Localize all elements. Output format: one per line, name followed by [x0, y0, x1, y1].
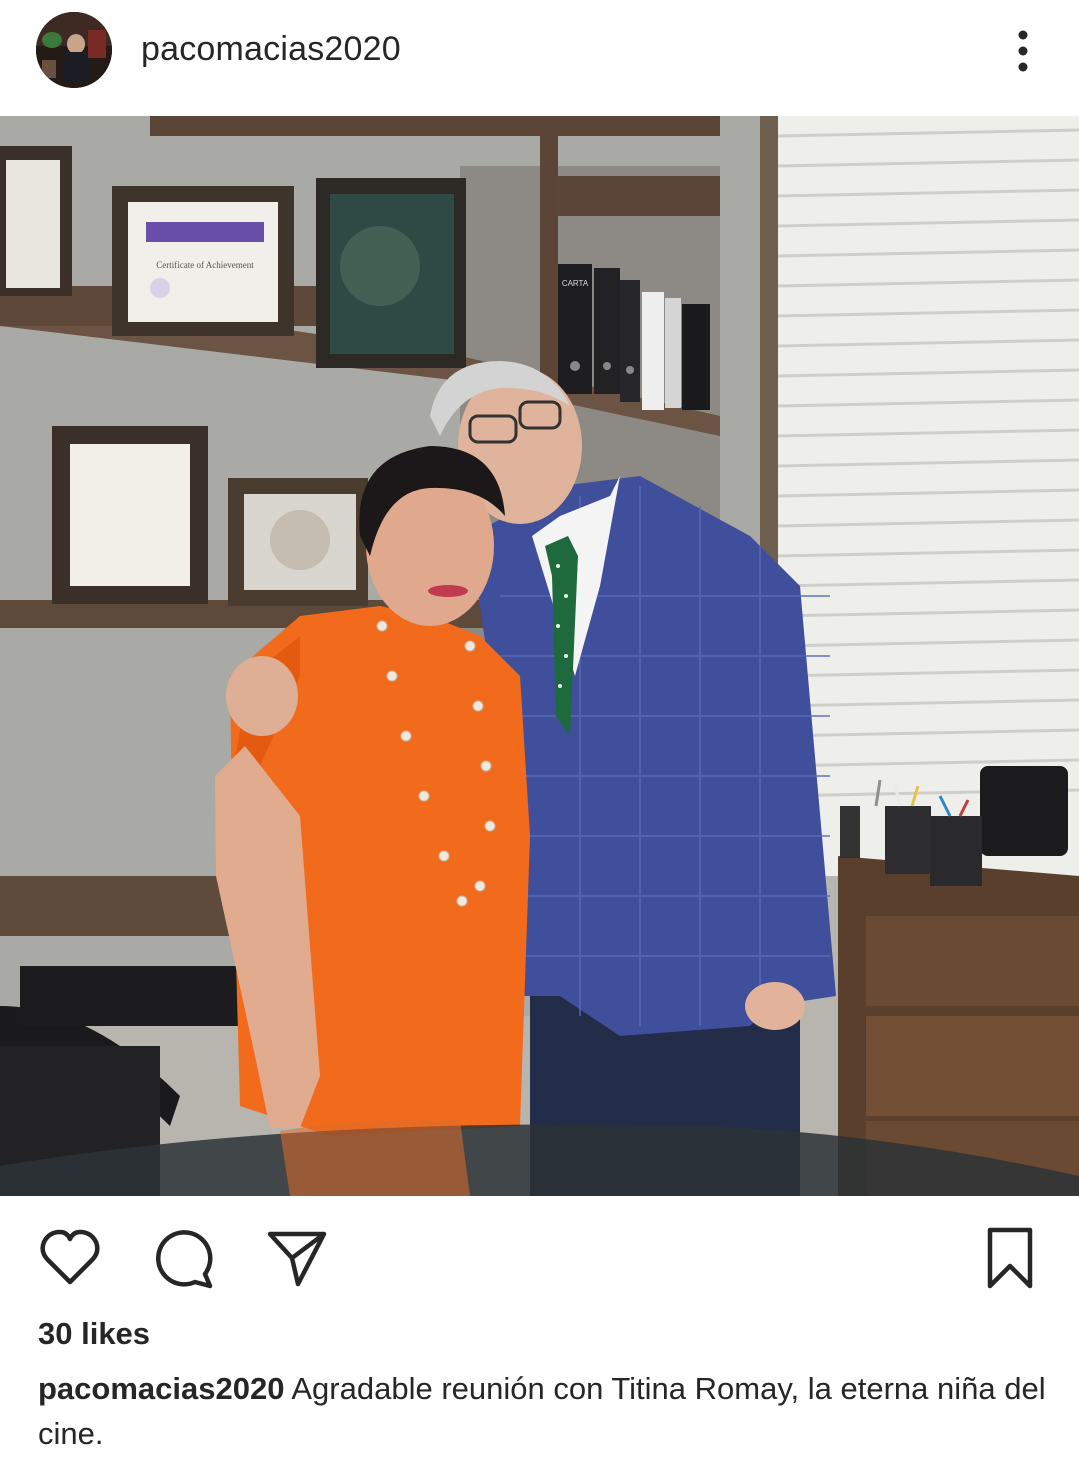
- post-photo-illustration: Certificate of Achievement CARTA: [0, 116, 1079, 1196]
- caption-username[interactable]: pacomacias2020: [38, 1371, 284, 1406]
- save-button[interactable]: [976, 1224, 1044, 1292]
- more-options-button[interactable]: [1000, 26, 1046, 76]
- more-vertical-icon: [1018, 30, 1028, 72]
- send-icon: [267, 1231, 327, 1287]
- heart-icon: [40, 1229, 100, 1285]
- likes-count[interactable]: 30 likes: [38, 1316, 150, 1352]
- post-actions: [0, 1196, 1079, 1306]
- binder-label: CARTA: [562, 279, 589, 288]
- certificate-title: Certificate of Achievement: [156, 260, 254, 270]
- comment-icon: [156, 1230, 213, 1289]
- comment-button[interactable]: [150, 1224, 218, 1292]
- post-photo[interactable]: Certificate of Achievement CARTA: [0, 116, 1079, 1196]
- header-username[interactable]: pacomacias2020: [141, 30, 401, 69]
- avatar-image: [36, 12, 112, 88]
- share-button[interactable]: [262, 1224, 330, 1292]
- like-button[interactable]: [36, 1224, 104, 1292]
- post-header: pacomacias2020: [0, 0, 1079, 116]
- post-caption: pacomacias2020 Agradable reunión con Tit…: [38, 1366, 1048, 1456]
- bookmark-icon: [987, 1227, 1033, 1289]
- avatar[interactable]: [36, 12, 112, 88]
